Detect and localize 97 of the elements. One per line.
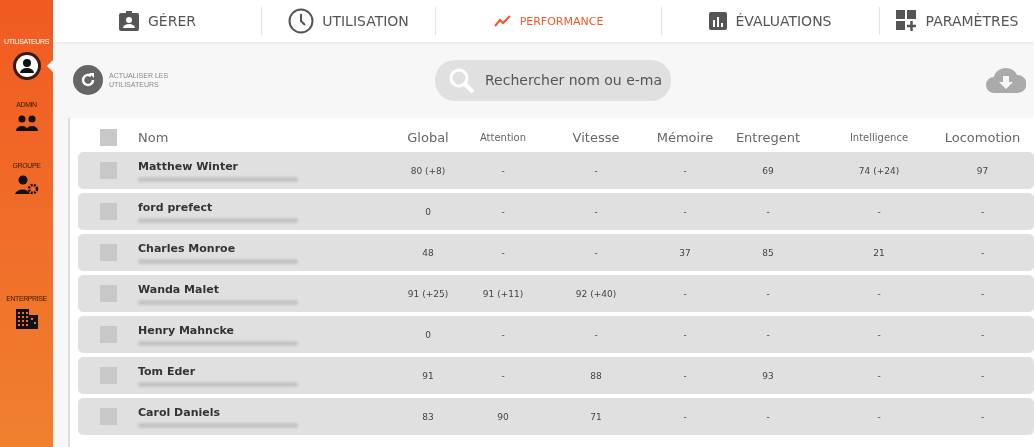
table-cell-text: 74 (+24): [857, 165, 901, 176]
table-cell-text: -: [593, 165, 599, 176]
table-cell-text: -: [876, 370, 882, 381]
table-row[interactable]: Henry Mahncke 0 - - - - - -: [78, 316, 1034, 353]
table-cell-text: 80 (+8): [409, 165, 447, 176]
user-name: ford prefect: [138, 200, 214, 214]
row-checkbox[interactable]: [99, 326, 117, 343]
column-header: Nom: [138, 129, 170, 145]
search-icon: [449, 67, 475, 94]
grid-plus-icon: [895, 10, 918, 32]
table-row[interactable]: Charles Monroe 48 - - 37 85 21 -: [78, 234, 1034, 271]
table-cell-text: 69: [761, 165, 775, 176]
trend-icon: [493, 15, 512, 27]
table-cell-text: 97: [975, 165, 990, 176]
table-cell-text: 0: [424, 329, 432, 340]
users-icon: [14, 114, 39, 132]
search-field[interactable]: Rechercher nom ou e-ma: [435, 59, 671, 101]
table-cell-text: 71: [589, 411, 603, 422]
table-cell-text: -: [765, 411, 771, 422]
table-cell-text: 91 (+25): [406, 288, 450, 299]
cloud-download-icon[interactable]: [986, 67, 1026, 93]
select-all-checkbox[interactable]: [99, 128, 117, 146]
table-row[interactable]: Carol Daniels 83 90 71 - - - -: [78, 398, 1034, 435]
table-cell-text: 92 (+40): [574, 288, 618, 299]
tab[interactable]: ÉVALUATIONS: [662, 7, 880, 35]
user-name: Tom Eder: [138, 364, 197, 378]
clock-icon: [288, 8, 315, 34]
table-cell-text: -: [500, 165, 506, 176]
table-cell-text: 88: [589, 370, 603, 381]
column-header: Vitesse: [571, 129, 621, 145]
bar-chart-icon: [709, 12, 728, 30]
table-row[interactable]: Tom Eder 91 - 88 - 93 - -: [78, 357, 1034, 394]
tab[interactable]: PARAMÈTRES: [880, 7, 1034, 35]
table-cell-text: -: [682, 329, 688, 340]
table-cell-text: -: [876, 288, 882, 299]
user-gear-icon: [14, 175, 39, 195]
table-cell-text: 91 (+11): [481, 288, 525, 299]
table-cell-text: -: [500, 206, 506, 217]
user-icon: [11, 51, 42, 81]
table-cell-text: -: [682, 411, 688, 422]
table-cell-text: 83: [421, 411, 435, 422]
table-row[interactable]: Matthew Winter 80 (+8) - - - 69 74 (+24) 97: [78, 152, 1034, 189]
table-cell-text: -: [979, 206, 986, 217]
table-cell-text: -: [979, 411, 986, 422]
row-checkbox[interactable]: [99, 408, 117, 425]
table-cell-text: -: [500, 247, 506, 258]
tab[interactable]: PERFORMANCE: [436, 7, 662, 35]
column-header: Entregent: [734, 129, 802, 145]
table-cell-text: -: [682, 165, 688, 176]
table-cell-text: -: [979, 370, 986, 381]
table-cell-text: 90: [496, 411, 510, 422]
row-checkbox[interactable]: [99, 162, 117, 179]
table-cell-text: -: [979, 288, 986, 299]
table-cell-text: -: [765, 329, 771, 340]
badge-icon: [118, 10, 140, 32]
column-header: Global: [406, 129, 450, 145]
user-name: Carol Daniels: [138, 405, 221, 419]
user-name: Wanda Malet: [138, 282, 220, 296]
user-name: Henry Mahncke: [138, 323, 235, 337]
column-header: Intelligence: [848, 131, 910, 143]
table-cell-text: -: [876, 411, 882, 422]
row-checkbox[interactable]: [99, 367, 117, 384]
row-checkbox[interactable]: [99, 244, 117, 261]
table-cell-text: 21: [872, 247, 886, 258]
table-cell-text: 93: [761, 370, 775, 381]
table-cell-text: -: [682, 206, 688, 217]
table-cell-text: -: [500, 370, 506, 381]
column-header: Locomotion: [943, 129, 1022, 145]
refresh-icon: [80, 72, 96, 88]
table-cell-text: -: [682, 370, 688, 381]
table-cell-text: -: [979, 329, 986, 340]
table-cell-text: -: [765, 206, 771, 217]
row-checkbox[interactable]: [99, 203, 117, 220]
table-cell-text: -: [500, 329, 506, 340]
table-cell-text: 85: [761, 247, 775, 258]
table-cell-text: 91: [421, 370, 435, 381]
user-name: Charles Monroe: [138, 241, 237, 255]
table-cell-text: -: [876, 206, 882, 217]
table-cell-text: -: [593, 247, 599, 258]
table-cell-text: -: [876, 329, 882, 340]
table-row[interactable]: Wanda Malet 91 (+25) 91 (+11) 92 (+40) - - - -: [78, 275, 1034, 312]
table-cell-text: -: [979, 247, 986, 258]
tab[interactable]: UTILISATION: [262, 7, 436, 35]
table-cell-text: -: [682, 288, 688, 299]
tab[interactable]: GÉRER: [53, 7, 262, 35]
table-cell-text: 0: [424, 206, 432, 217]
user-name: Matthew Winter: [138, 159, 240, 173]
table-cell-text: 48: [421, 247, 435, 258]
table-cell-text: -: [765, 288, 771, 299]
table-row[interactable]: ford prefect 0 - - - - - -: [78, 193, 1034, 230]
table-cell-text: -: [593, 329, 599, 340]
table-cell-text: 37: [678, 247, 692, 258]
column-header: Mémoire: [655, 129, 715, 145]
column-header: Attention: [478, 131, 528, 143]
table-cell-text: -: [593, 206, 599, 217]
row-checkbox[interactable]: [99, 285, 117, 302]
building-icon: [14, 308, 39, 330]
